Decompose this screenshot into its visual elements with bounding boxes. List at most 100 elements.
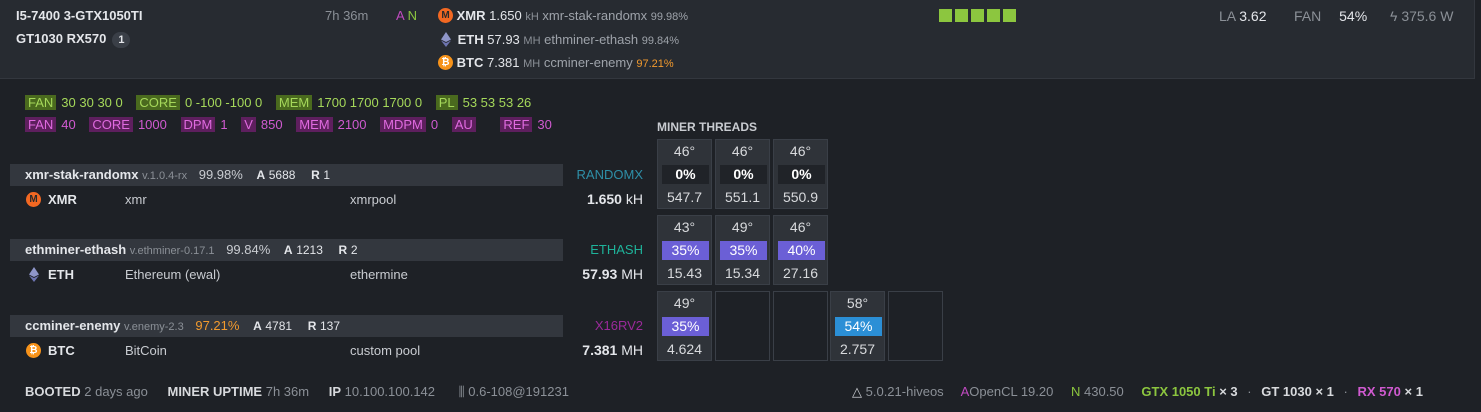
thread-card[interactable]: 58° 54% 2.757: [830, 291, 885, 361]
pool-name: ethermine: [350, 267, 408, 282]
amd-flag: A: [396, 8, 404, 23]
ip-label: IP: [328, 384, 342, 399]
fan-value: 54%: [1339, 8, 1368, 24]
miner-title: ethminer-ethash v.ethminer-0.17.1 99.84%…: [25, 242, 358, 257]
linux-icon: △: [852, 384, 862, 399]
footer-left: BOOTED 2 days ago MINER UPTIME 7h 36m IP…: [25, 384, 569, 400]
gpu-model: GT 1030: [1261, 384, 1312, 399]
gpu-temp: 43°: [673, 219, 696, 235]
amd-driver-version: OpenCL 19.20: [969, 384, 1054, 399]
thread-card[interactable]: 46° 40% 27.16: [773, 215, 828, 285]
coin-miner: xmr-stak-randomx: [542, 8, 648, 23]
algo-label: RANDOMX: [576, 167, 643, 182]
miner-bar[interactable]: xmr-stak-randomx v.1.0.4-rx 99.98% A 568…: [10, 164, 563, 186]
accepted-count: 5688: [268, 168, 296, 182]
pool-name: custom pool: [350, 343, 421, 358]
load-average: LA 3.62: [1219, 8, 1267, 24]
coin-ticker: ETH: [457, 32, 484, 47]
ethereum-icon: [441, 32, 451, 47]
header-coin-eth: ETH 57.93 MH ethminer-ethash 99.84%: [438, 32, 679, 47]
oc-nvidia-row: FAN 30 30 30 0 CORE 0 -100 -100 0 MEM 1700 …: [25, 95, 541, 110]
nvidia-flag: N: [407, 8, 417, 23]
coin-ticker: XMR: [48, 192, 77, 207]
nvidia-driver-version: 430.50: [1084, 384, 1124, 399]
miner-threads-title: MINER THREADS: [657, 120, 758, 134]
miner-hashrate: 57.93 MH: [582, 266, 643, 282]
coin-ticker: BTC: [48, 343, 75, 358]
version-icon: ⫼: [458, 384, 465, 399]
oc-tag: AU: [451, 117, 476, 132]
accepted-label: A: [283, 243, 293, 257]
miner-coin-row: XMR xmr xmrpool 1.650 kH: [10, 189, 646, 211]
gpu-load: 0%: [778, 165, 825, 184]
oc-value: 30: [537, 117, 552, 132]
accepted-label: A: [256, 168, 266, 182]
rig-name-line2: GT1030 RX570 1: [16, 31, 131, 48]
oc-value: 53 53 53 26: [462, 95, 532, 110]
oc-value: 850: [260, 117, 283, 132]
hashrate-unit: kH: [625, 191, 643, 207]
oc-value: 2100: [337, 117, 367, 132]
gpu-status-dots: [939, 9, 1019, 25]
gpu-temp: 58°: [846, 295, 869, 311]
oc-amd-row: FAN 40 CORE 1000 DPM 1 V 850 MEM 2100 MDPM 0 A…: [25, 117, 562, 132]
miner-version: v.ethminer-0.17.1: [129, 245, 215, 257]
oc-value: 0 -100 -100 0: [184, 95, 263, 110]
gpu-temp: 46°: [789, 143, 812, 159]
rejected-count: 2: [350, 243, 358, 257]
thread-card[interactable]: 49° 35% 4.624: [657, 291, 712, 361]
hashrate-unit: MH: [621, 266, 643, 282]
miner-title: xmr-stak-randomx v.1.0.4-rx 99.98% A 568…: [25, 167, 330, 182]
gpu-status-dot: [987, 9, 1000, 22]
oc-value: 0: [430, 117, 439, 132]
coin-unit: MH: [523, 35, 541, 47]
rejected-count: 1: [323, 168, 331, 182]
rig-count-badge: 1: [112, 32, 131, 48]
thread-card[interactable]: 49° 35% 15.34: [715, 215, 770, 285]
power-summary: ϟ 375.6 W: [1390, 8, 1453, 24]
coin-accept-pct: 99.84%: [641, 35, 680, 47]
gpu-load: 0%: [720, 165, 767, 184]
coin-ticker: ETH: [48, 267, 74, 282]
fan-summary: FAN 54%: [1294, 8, 1367, 24]
miner-coin-row: BTC BitCoin custom pool 7.381 MH: [10, 340, 646, 362]
rig-name-line1[interactable]: I5-7400 3-GTX1050TI: [16, 8, 142, 23]
oc-tag: CORE: [136, 95, 180, 110]
oc-value: 30 30 30 0: [61, 95, 123, 110]
miner-uptime-value: 7h 36m: [265, 384, 310, 399]
la-value: 3.62: [1239, 8, 1267, 24]
thread-card[interactable]: 46° 0% 551.1: [715, 139, 770, 209]
thread-card[interactable]: 43° 35% 15.43: [657, 215, 712, 285]
monero-icon: [26, 192, 41, 207]
hive-version: 0.6-108@191231: [468, 384, 569, 399]
amd-driver-prefix: A: [960, 384, 970, 399]
miner-bar[interactable]: ethminer-ethash v.ethminer-0.17.1 99.84%…: [10, 239, 563, 261]
rig-header[interactable]: I5-7400 3-GTX1050TI GT1030 RX570 1 7h 36m…: [0, 0, 1475, 79]
coin-ticker: XMR: [456, 8, 486, 23]
oc-tag: MEM: [296, 117, 333, 132]
thread-card[interactable]: 46° 0% 547.7: [657, 139, 712, 209]
gpu-status-dot: [939, 9, 952, 22]
gpu-load: 54%: [835, 317, 882, 336]
oc-tag: MDPM: [380, 117, 426, 132]
lightning-icon: ϟ: [1390, 8, 1398, 24]
thread-card[interactable]: 46° 0% 550.9: [773, 139, 828, 209]
miner-bar[interactable]: ccminer-enemy v.enemy-2.3 97.21% A 4781 …: [10, 315, 563, 337]
hashrate-unit: MH: [621, 342, 643, 358]
accepted-count: 4781: [265, 319, 293, 333]
coin-miner: ethminer-ethash: [544, 32, 639, 47]
oc-value: 1700 1700 1700 0: [317, 95, 423, 110]
thread-hashrate: 15.43: [666, 265, 703, 281]
thread-hashrate: 15.34: [724, 265, 761, 281]
gpu-temp: 46°: [789, 219, 812, 235]
oc-value: 40: [61, 117, 76, 132]
miner-accept-pct: 99.84%: [226, 242, 271, 257]
gpu-load: 40%: [778, 241, 825, 260]
algo-label: X16RV2: [594, 318, 643, 333]
coin-miner: ccminer-enemy: [543, 55, 633, 70]
gpu-model: GTX 1050 Ti: [1141, 384, 1216, 399]
thread-hashrate: 547.7: [666, 189, 703, 205]
nvidia-driver-prefix: N: [1070, 384, 1081, 399]
gpu-load: 35%: [662, 317, 709, 336]
miner-version: v.1.0.4-rx: [142, 170, 188, 182]
